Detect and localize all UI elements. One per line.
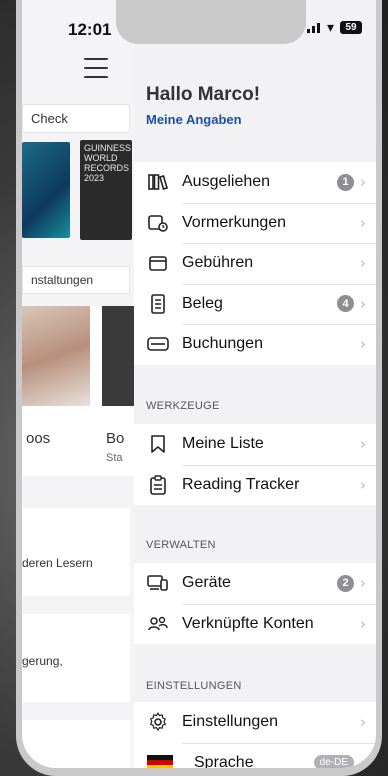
menu-item-meine-liste[interactable]: Meine Liste › xyxy=(134,424,376,465)
status-icons: ▾ 59 xyxy=(306,19,362,35)
events-chip[interactable]: nstaltungen xyxy=(22,266,130,294)
menu-item-label: Vormerkungen xyxy=(182,213,287,231)
chevron-right-icon: › xyxy=(360,294,366,313)
notch xyxy=(116,0,306,44)
fees-icon xyxy=(146,251,170,275)
chevron-right-icon: › xyxy=(360,435,366,454)
bookmark-icon xyxy=(146,432,170,456)
devices-icon xyxy=(146,571,170,595)
readers-card[interactable]: deren Lesern xyxy=(22,508,130,596)
menu-item-vormerkungen[interactable]: Vormerkungen › xyxy=(134,202,376,244)
menu-item-ausgeliehen[interactable]: Ausgeliehen 1 › xyxy=(134,162,376,203)
menu-item-label: Meine Liste xyxy=(182,435,264,453)
book-cover[interactable] xyxy=(22,142,70,238)
settings-group: Einstellungen › Sprache de-DE › xyxy=(134,702,376,768)
menu-icon[interactable] xyxy=(84,58,108,78)
event-image-1 xyxy=(22,306,90,406)
menu-item-sprache[interactable]: Sprache de-DE › xyxy=(134,742,376,768)
event-image-2 xyxy=(102,306,134,406)
menu-item-label: Geräte xyxy=(182,574,231,592)
menu-item-reading-tracker[interactable]: Reading Tracker › xyxy=(134,464,376,506)
wifi-icon: ▾ xyxy=(326,19,334,35)
navigation-drawer: Hallo Marco! Meine Angaben Ausgeliehen 1… xyxy=(134,0,376,768)
manage-group: Geräte 2 › Verknüpfte Konten › xyxy=(134,563,376,644)
menu-item-einstellungen[interactable]: Einstellungen › xyxy=(134,702,376,743)
menu-item-label: Sprache xyxy=(194,753,254,768)
chevron-right-icon: › xyxy=(360,614,366,633)
chevron-right-icon: › xyxy=(360,475,366,494)
menu-item-beleg[interactable]: Beleg 4 › xyxy=(134,283,376,325)
chevron-right-icon: › xyxy=(360,335,366,354)
language-badge: de-DE xyxy=(313,755,354,768)
event-card-2[interactable]: Bo Sta xyxy=(102,306,134,476)
book-cover-guinness[interactable]: GUINNESS WORLD RECORDS 2023 xyxy=(80,140,132,240)
count-badge: 2 xyxy=(337,574,354,592)
chevron-right-icon: › xyxy=(360,173,366,192)
signal-icon xyxy=(306,21,321,33)
section-header-manage: VERWALTEN xyxy=(146,539,216,551)
count-badge: 1 xyxy=(337,173,354,191)
section-header-tools: WERKZEUGE xyxy=(146,400,220,412)
ticket-icon xyxy=(146,332,170,356)
book-cover-title: GUINNESS WORLD RECORDS 2023 xyxy=(84,143,132,183)
screen: 12:01 ▾ 59 Check GUINNESS WORLD RECORDS … xyxy=(22,0,376,768)
background-app: Check GUINNESS WORLD RECORDS 2023 nstalt… xyxy=(22,0,134,768)
account-group: Ausgeliehen 1 › Vormerkungen › Gebühren xyxy=(134,162,376,365)
event-card-2-subtitle: Sta xyxy=(106,452,123,464)
chevron-right-icon: › xyxy=(360,254,366,273)
gear-icon xyxy=(146,710,170,734)
section-header-settings: EINSTELLUNGEN xyxy=(146,680,242,692)
count-badge: 4 xyxy=(337,295,354,313)
books-icon xyxy=(146,170,170,194)
status-time: 12:01 xyxy=(68,20,112,39)
menu-item-label: Verknüpfte Konten xyxy=(182,614,314,632)
menu-item-label: Buchungen xyxy=(182,335,263,353)
menu-item-label: Gebühren xyxy=(182,254,254,272)
status-bar: 12:01 ▾ 59 xyxy=(22,0,376,52)
readers-text: deren Lesern xyxy=(22,556,93,570)
info-card[interactable]: gerung, xyxy=(22,614,130,702)
linked-accounts-icon xyxy=(146,612,170,636)
menu-item-buchungen[interactable]: Buchungen › xyxy=(134,324,376,365)
menu-item-geraete[interactable]: Geräte 2 › xyxy=(134,563,376,604)
menu-item-label: Beleg xyxy=(182,294,223,312)
tools-group: Meine Liste › Reading Tracker › xyxy=(134,424,376,505)
event-card-1-title: oos xyxy=(26,430,51,447)
flag-de-icon xyxy=(146,751,174,768)
menu-item-label: Reading Tracker xyxy=(182,475,300,493)
greeting: Hallo Marco! xyxy=(146,84,261,105)
bottom-card[interactable] xyxy=(22,720,130,768)
phone-frame: 12:01 ▾ 59 Check GUINNESS WORLD RECORDS … xyxy=(16,0,382,776)
chevron-right-icon: › xyxy=(360,713,366,732)
chevron-right-icon: › xyxy=(360,574,366,593)
tracker-icon xyxy=(146,473,170,497)
check-chip-label: Check xyxy=(31,111,68,126)
chevron-right-icon: › xyxy=(360,213,366,232)
info-text: gerung, xyxy=(22,654,63,668)
battery-icon: 59 xyxy=(340,20,362,34)
events-chip-label: nstaltungen xyxy=(31,273,94,287)
menu-item-verknuepfte-konten[interactable]: Verknüpfte Konten › xyxy=(134,603,376,645)
menu-item-gebuehren[interactable]: Gebühren › xyxy=(134,243,376,284)
check-chip[interactable]: Check xyxy=(22,104,130,133)
menu-item-label: Einstellungen xyxy=(182,713,279,731)
menu-item-label: Ausgeliehen xyxy=(182,173,271,191)
event-card-2-title: Bo xyxy=(106,430,125,447)
my-profile-link[interactable]: Meine Angaben xyxy=(146,112,242,127)
receipt-icon xyxy=(146,292,170,316)
chevron-right-icon: › xyxy=(360,753,366,768)
reservation-icon xyxy=(146,211,170,235)
